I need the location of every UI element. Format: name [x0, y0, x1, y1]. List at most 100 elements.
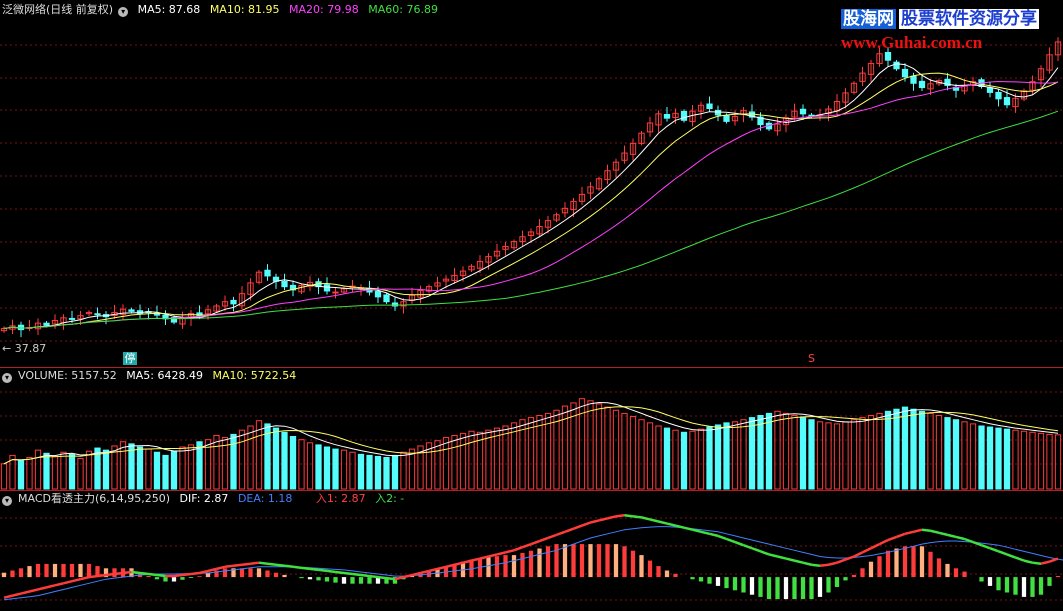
volume-bar	[1012, 429, 1019, 490]
dif-line-segment	[522, 542, 532, 549]
dif-line-segment	[1040, 560, 1050, 565]
dif-label: DIF: 2.87	[179, 492, 229, 505]
dif-line-segment	[369, 574, 379, 579]
volume-bar	[162, 454, 169, 490]
candle-body	[714, 109, 722, 116]
dif-line-segment	[768, 553, 778, 558]
volume-bar	[281, 431, 288, 490]
dif-line-segment	[275, 563, 285, 568]
volume-bar	[876, 412, 883, 490]
dif-line-segment	[267, 562, 277, 566]
dif-line-segment	[114, 571, 124, 576]
dif-line-segment	[751, 547, 761, 553]
dif-line-segment	[539, 536, 549, 543]
dif-line-segment	[666, 522, 676, 527]
volume-bar	[799, 417, 807, 490]
volume-bar	[918, 410, 926, 490]
volume-bar	[26, 457, 33, 490]
volume-bar	[238, 429, 246, 490]
volume-bar	[340, 449, 348, 490]
volume-bar	[408, 448, 416, 490]
volume-bar	[230, 433, 237, 490]
volume-bar	[808, 419, 815, 490]
watermark-logo: 股海网 股票软件资源分享 www.Guhai.com.cn	[841, 4, 1063, 58]
volume-bar	[969, 423, 977, 490]
dif-line-segment	[930, 529, 940, 535]
volume-bar	[272, 427, 280, 490]
dif-line-segment	[853, 551, 864, 558]
volume-bar	[391, 454, 399, 490]
dif-line-segment	[989, 547, 999, 553]
volume-bar	[68, 453, 76, 490]
volume-bar	[952, 419, 960, 490]
dif-line-segment	[488, 553, 498, 558]
candle-body	[94, 313, 101, 316]
volume-bar	[774, 410, 781, 490]
volume-ma10-line	[3, 406, 1059, 465]
volume-bar	[332, 448, 339, 490]
volume-bar	[731, 421, 739, 490]
candle-body	[264, 269, 271, 277]
volume-bar	[757, 415, 764, 490]
dif-line-segment	[241, 562, 251, 566]
volume-bar	[374, 455, 382, 490]
dif-line-segment	[632, 515, 642, 519]
dif-line-segment	[904, 530, 914, 536]
dif-line-segment	[156, 573, 166, 578]
dif-line-segment	[598, 517, 608, 522]
volume-bar	[663, 427, 671, 490]
dif-line-segment	[878, 538, 889, 546]
volume-bar	[1029, 431, 1036, 490]
volume-bar	[604, 406, 611, 490]
volume-bar	[170, 450, 178, 490]
dif-line-segment	[29, 588, 39, 593]
halt-marker: 停	[123, 352, 137, 365]
candle-body	[281, 280, 288, 288]
volume-bar	[621, 412, 628, 490]
dif-line-segment	[581, 521, 591, 527]
volume-bar	[748, 417, 756, 490]
volume-bar	[859, 417, 866, 490]
volume-bar	[995, 427, 1002, 490]
dif-line-segment	[148, 572, 158, 577]
low-price-marker: ← 37.87	[2, 342, 47, 355]
dif-line-segment	[173, 573, 183, 578]
volume-bar	[17, 460, 25, 490]
dif-line-segment	[683, 526, 693, 531]
candle-body	[680, 110, 688, 121]
dif-line-segment	[88, 574, 98, 579]
dif-line-segment	[496, 551, 506, 556]
dif-line-segment	[564, 527, 574, 533]
macd-legend: ▾ MACD看透主力(6,14,95,250) DIF: 2.87 DEA: 1.…	[2, 492, 410, 506]
volume-bar	[867, 415, 875, 490]
dif-line-segment	[556, 530, 566, 537]
volume-bar	[740, 419, 747, 490]
volume-bar	[612, 409, 620, 490]
volume-bar	[1037, 432, 1045, 490]
dif-line-segment	[284, 564, 294, 569]
volume-bar	[357, 453, 365, 490]
dif-line-segment	[828, 561, 838, 566]
dif-line-segment	[233, 563, 243, 568]
dif-line-segment	[1032, 561, 1042, 565]
volume-bar	[697, 428, 705, 490]
volume-bar	[502, 425, 509, 490]
volume-bar	[765, 412, 773, 490]
dif-line-segment	[913, 528, 923, 533]
volume-bar	[306, 442, 314, 490]
volume-title: VOLUME: 5157.52	[18, 369, 117, 382]
chevron-down-icon[interactable]: ▾	[2, 496, 12, 506]
volume-bar	[400, 451, 407, 490]
volume-bar	[927, 412, 934, 490]
ma10-line	[3, 72, 1059, 329]
dif-line-segment	[386, 576, 396, 581]
dif-line-segment	[955, 535, 965, 541]
chevron-down-icon[interactable]: ▾	[118, 7, 129, 17]
stock-chart[interactable]	[0, 0, 1063, 611]
dif-line-segment	[717, 534, 727, 541]
dif-line-segment	[819, 563, 829, 568]
chevron-down-icon[interactable]: ▾	[2, 373, 12, 383]
in2-label: 入2: -	[375, 492, 405, 505]
macd-title: MACD看透主力(6,14,95,250)	[18, 492, 171, 505]
dif-line-segment	[1015, 556, 1025, 562]
